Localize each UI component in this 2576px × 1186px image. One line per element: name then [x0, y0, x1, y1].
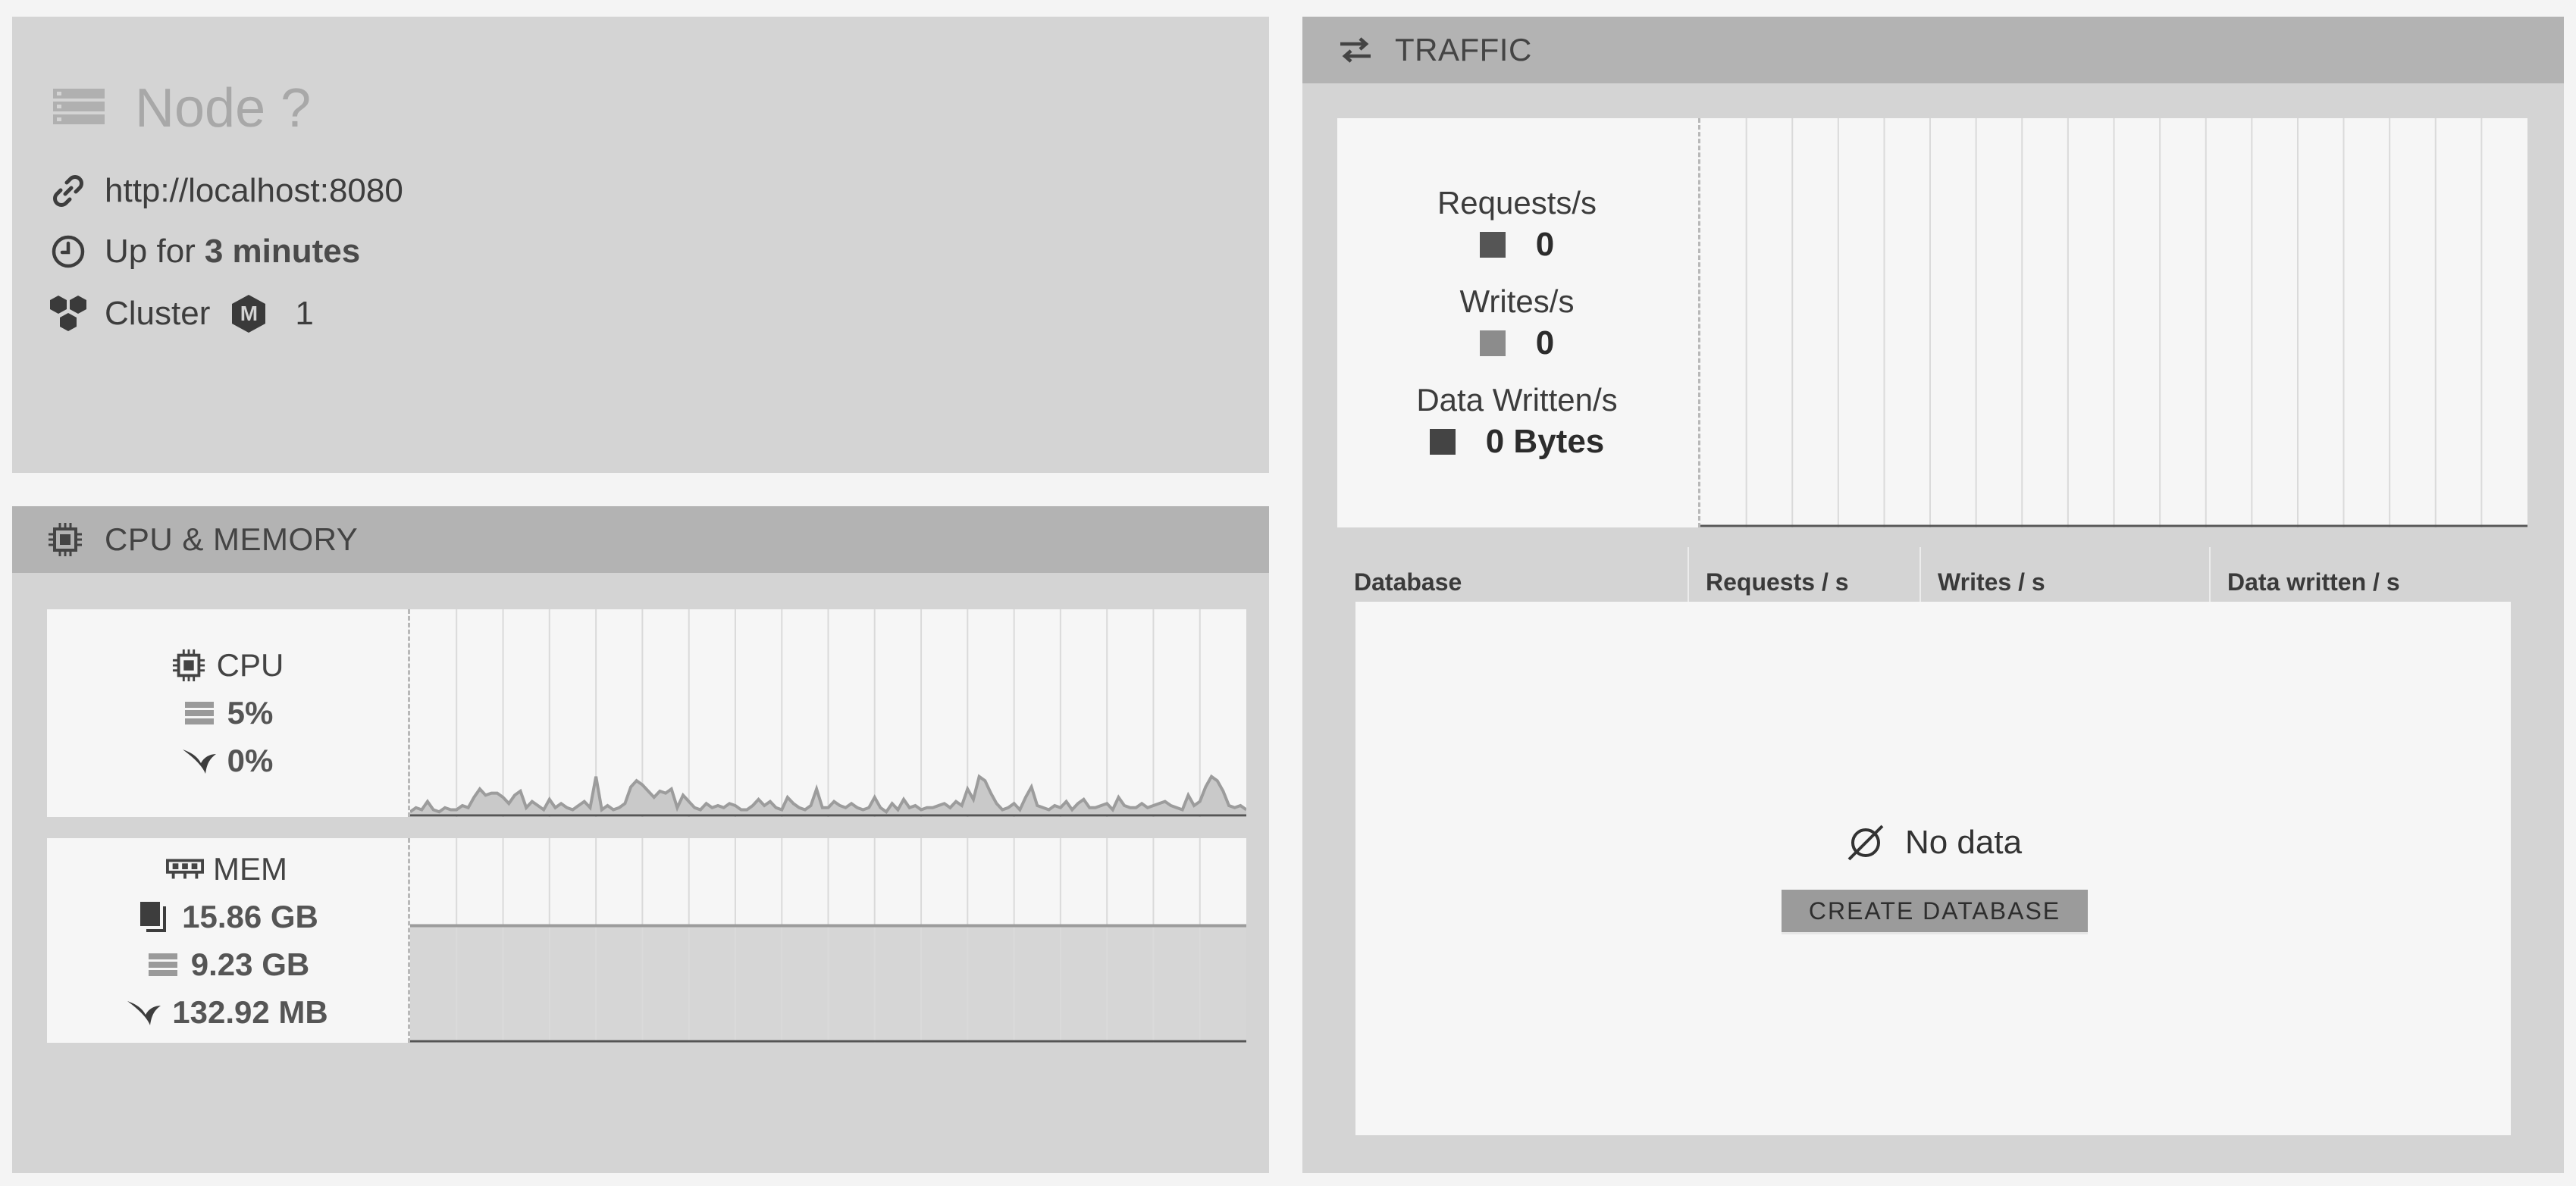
cpu-box: CPU 5% 0% [47, 609, 1246, 817]
raven-icon [125, 996, 163, 1029]
mem-chart [408, 838, 1246, 1043]
traffic-panel: TRAFFIC Requests/s 0 Writes/s 0 Data Wri… [1302, 17, 2564, 1173]
uptime-prefix: Up for [105, 233, 196, 270]
writes-label: Writes/s [1459, 283, 1575, 319]
cluster-row: Cluster M 1 [45, 293, 314, 334]
cpu-usage-chart [410, 609, 1246, 817]
empty-set-icon [1844, 821, 1887, 864]
cubes-icon [45, 294, 91, 333]
mem-box: MEM 15.86 GB 9.23 GB 132.92 MB [47, 838, 1246, 1043]
node-url-row: http://localhost:8080 [45, 172, 403, 210]
node-title-row: Node ? [52, 77, 311, 139]
cpu-stats: CPU 5% 0% [47, 609, 406, 817]
exchange-arrows-icon [1337, 32, 1374, 68]
chip-icon [170, 649, 208, 682]
copy-icon [135, 900, 173, 934]
requests-stat: Requests/s 0 [1437, 185, 1597, 264]
cpu-label: CPU [216, 647, 284, 683]
data-written-label: Data Written/s [1416, 382, 1618, 418]
writes-value: 0 [1535, 324, 1555, 361]
cpu-memory-header: CPU & MEMORY [12, 506, 1269, 573]
mem-stats: MEM 15.86 GB 9.23 GB 132.92 MB [47, 838, 406, 1043]
traffic-stats: Requests/s 0 Writes/s 0 Data Written/s 0… [1337, 118, 1697, 527]
cluster-label: Cluster [105, 295, 211, 332]
requests-label: Requests/s [1437, 185, 1597, 221]
link-icon [45, 172, 91, 210]
traffic-title: TRAFFIC [1395, 32, 1532, 67]
data-written-swatch [1429, 429, 1456, 455]
requests-value: 0 [1535, 226, 1555, 263]
no-data-text: No data [1904, 824, 2023, 861]
database-table-body: No data CREATE DATABASE [1355, 602, 2511, 1135]
cpu-label-row: CPU [170, 642, 284, 690]
data-written-stat: Data Written/s 0 Bytes [1416, 382, 1617, 461]
uptime-row: Up for 3 minutes [45, 233, 360, 271]
server-icon [144, 948, 182, 981]
traffic-box: Requests/s 0 Writes/s 0 Data Written/s 0… [1337, 118, 2527, 527]
cpu-process-row: 0% [180, 737, 274, 785]
master-badge-icon: M [230, 293, 268, 334]
cpu-memory-panel: CPU & MEMORY CPU 5% 0% MEM 15.86 GB 9.23… [12, 506, 1269, 1173]
clock-icon [45, 233, 91, 270]
raven-icon [180, 744, 218, 778]
cpu-chart [408, 609, 1246, 817]
data-written-value-row: 0 Bytes [1429, 423, 1605, 461]
mem-machine-row: 9.23 GB [144, 940, 309, 988]
writes-stat: Writes/s 0 [1460, 283, 1575, 362]
create-database-button[interactable]: CREATE DATABASE [1782, 890, 2088, 932]
cpu-memory-title: CPU & MEMORY [105, 521, 359, 557]
cpu-machine-value: 5% [227, 695, 274, 731]
node-url-link[interactable]: http://localhost:8080 [105, 172, 403, 210]
master-badge-letter: M [240, 302, 259, 325]
node-panel: Node ? http://localhost:8080 Up for 3 mi… [12, 17, 1269, 473]
data-written-value: 0 Bytes [1485, 423, 1605, 460]
cluster-count: 1 [295, 295, 314, 332]
writes-swatch [1479, 330, 1506, 356]
no-data-message: No data [1355, 821, 2511, 864]
server-icon [180, 696, 218, 730]
traffic-chart [1698, 118, 2527, 527]
memory-icon [166, 853, 204, 886]
uptime-value: 3 minutes [204, 233, 361, 270]
memory-usage-chart [410, 838, 1246, 1043]
writes-value-row: 0 [1479, 324, 1555, 362]
chip-icon [47, 521, 83, 558]
traffic-header: TRAFFIC [1302, 17, 2564, 83]
mem-machine-value: 9.23 GB [190, 946, 310, 982]
node-title: Node ? [135, 78, 312, 139]
cpu-process-value: 0% [227, 743, 274, 778]
mem-process-row: 132.92 MB [125, 988, 328, 1036]
mem-label-row: MEM [166, 845, 287, 893]
mem-label: MEM [213, 850, 287, 887]
server-icon [52, 87, 106, 130]
cpu-machine-row: 5% [180, 690, 274, 737]
requests-value-row: 0 [1479, 226, 1555, 264]
mem-process-value: 132.92 MB [172, 994, 328, 1030]
mem-total-value: 15.86 GB [182, 898, 318, 934]
requests-swatch [1479, 232, 1506, 258]
mem-total-row: 15.86 GB [135, 893, 318, 940]
traffic-chart-svg [1700, 118, 2527, 527]
